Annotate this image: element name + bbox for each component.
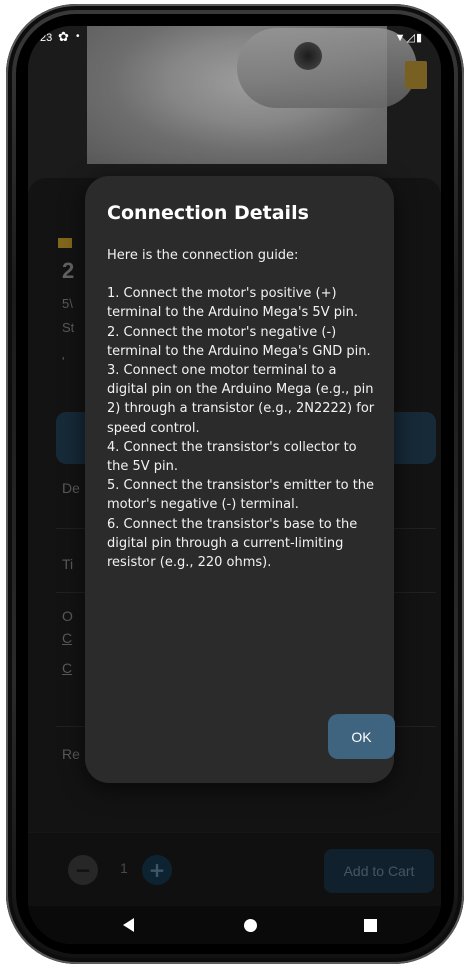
battery-icon: ▮ bbox=[415, 32, 423, 44]
home-icon[interactable] bbox=[244, 919, 257, 932]
status-time: 23 bbox=[40, 32, 53, 44]
dialog-step: 4. Connect the transistor's collector to… bbox=[107, 439, 357, 475]
dialog-step: 1. Connect the motor's positive (+) term… bbox=[107, 286, 358, 321]
navigation-bar bbox=[28, 906, 441, 944]
gear-icon: ✿ bbox=[58, 29, 69, 44]
dialog-step: 6. Connect the transistor's base to the … bbox=[107, 516, 358, 571]
dialog-step: 2. Connect the motor's negative (-) term… bbox=[107, 324, 371, 359]
ok-button[interactable]: OK bbox=[328, 714, 395, 759]
system-icons: ▼◿▮ bbox=[395, 31, 423, 44]
dialog-step: 3. Connect one motor terminal to a digit… bbox=[107, 363, 375, 436]
back-icon[interactable] bbox=[123, 918, 134, 932]
signal-icon: ◿ bbox=[406, 32, 416, 44]
recents-icon[interactable] bbox=[364, 919, 377, 932]
dialog-intro: Here is the connection guide: bbox=[107, 248, 299, 263]
app-notification-icon: • bbox=[76, 31, 80, 42]
dialog-body: Here is the connection guide: 1. Connect… bbox=[107, 246, 379, 572]
status-bar: 23 ✿ • ▼◿▮ bbox=[28, 26, 441, 54]
wifi-icon: ▼ bbox=[394, 32, 407, 44]
screen: 23 ✿ • ▼◿▮ 2 5\ St ' De Ti O C C Re − 1 … bbox=[28, 26, 441, 944]
connection-details-dialog: Connection Details Here is the connectio… bbox=[85, 176, 395, 783]
dialog-step: 5. Connect the transistor's emitter to t… bbox=[107, 478, 375, 513]
dialog-title: Connection Details bbox=[107, 202, 309, 224]
